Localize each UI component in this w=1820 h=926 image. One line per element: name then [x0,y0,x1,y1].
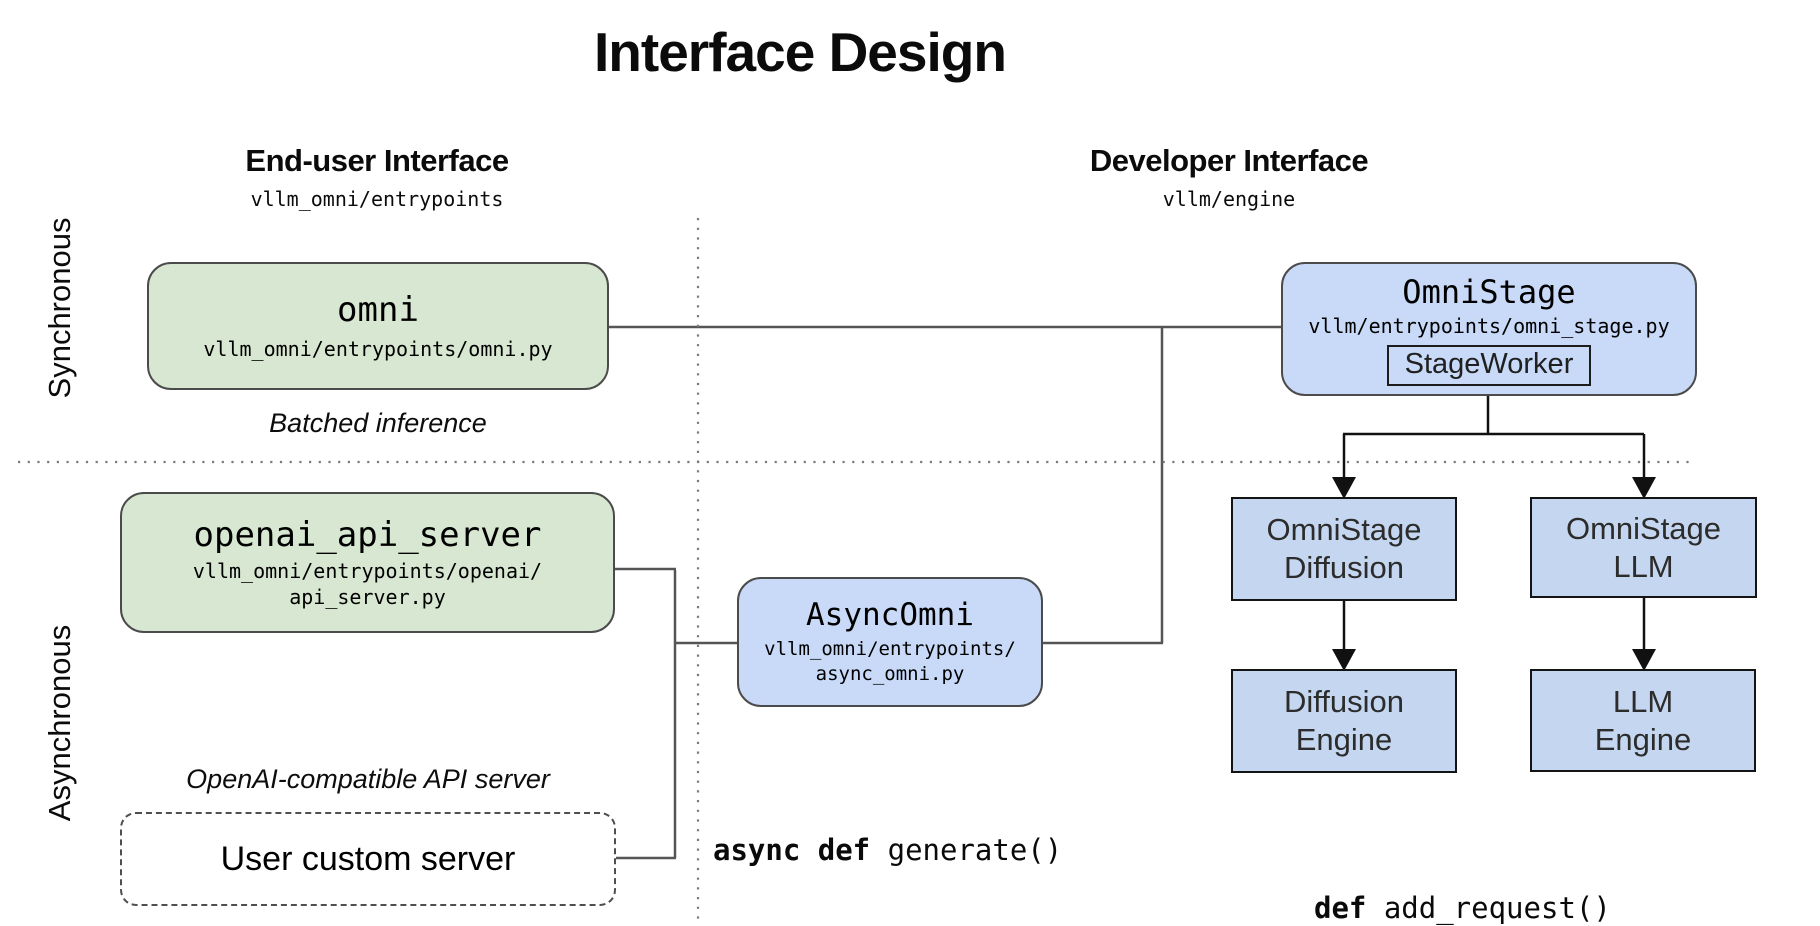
code-line: def add_request() [1314,886,1646,926]
row-label-synchronous: Synchronous [42,218,78,399]
developer-interface-path: vllm/engine [979,187,1479,211]
row-label-asynchronous: Asynchronous [42,625,78,821]
node-omni: omni vllm_omni/entrypoints/omni.py [147,262,609,390]
omnistage-diffusion-label: OmniStageDiffusion [1266,511,1421,587]
batched-inference-caption: Batched inference [147,408,609,439]
diffusion-engine-label: DiffusionEngine [1284,683,1404,759]
node-openai-api-server: openai_api_server vllm_omni/entrypoints/… [120,492,615,633]
asyncomni-path-line2: async_omni.py [816,662,965,687]
page-title: Interface Design [480,20,1120,84]
omnistage-title: OmniStage [1402,273,1575,311]
stageworker-box: StageWorker [1387,345,1592,386]
node-omnistage-llm: OmniStageLLM [1530,497,1757,598]
openai-api-server-path-line1: vllm_omni/entrypoints/openai/ [193,558,542,584]
node-user-custom-server: User custom server [120,812,616,906]
openai-api-server-title: openai_api_server [194,515,542,555]
developer-interface-title: Developer Interface [979,143,1479,179]
openai-compatible-caption: OpenAI-compatible API server [120,764,616,795]
asyncomni-title: AsyncOmni [806,597,974,633]
end-user-interface-path: vllm_omni/entrypoints [127,187,627,211]
end-user-interface-header: End-user Interface vllm_omni/entrypoints [127,143,627,211]
openai-api-server-path-line2: api_server.py [289,584,446,610]
omnistage-llm-label: OmniStageLLM [1566,510,1721,586]
end-user-interface-title: End-user Interface [127,143,627,179]
interface-design-diagram: Interface Design End-user Interface vllm… [0,0,1820,926]
node-llm-engine: LLMEngine [1530,669,1756,772]
asyncomni-path-line1: vllm_omni/entrypoints/ [764,637,1016,662]
node-omnistage: OmniStage vllm/entrypoints/omni_stage.py… [1281,262,1697,396]
omni-title: omni [337,290,419,330]
async-methods-code: async def generate() async def abort() +… [713,740,1132,926]
node-omnistage-diffusion: OmniStageDiffusion [1231,497,1457,601]
llm-engine-label: LLMEngine [1595,683,1692,759]
omni-path: vllm_omni/entrypoints/omni.py [203,336,552,362]
user-custom-server-label: User custom server [221,840,516,879]
node-asyncomni: AsyncOmni vllm_omni/entrypoints/ async_o… [737,577,1043,707]
developer-interface-header: Developer Interface vllm/engine [979,143,1479,211]
engine-methods-code: def add_request() def abort_request() de… [1314,798,1646,926]
node-diffusion-engine: DiffusionEngine [1231,669,1457,773]
code-line: async def generate() [713,828,1132,872]
omnistage-path: vllm/entrypoints/omni_stage.py [1308,313,1669,339]
